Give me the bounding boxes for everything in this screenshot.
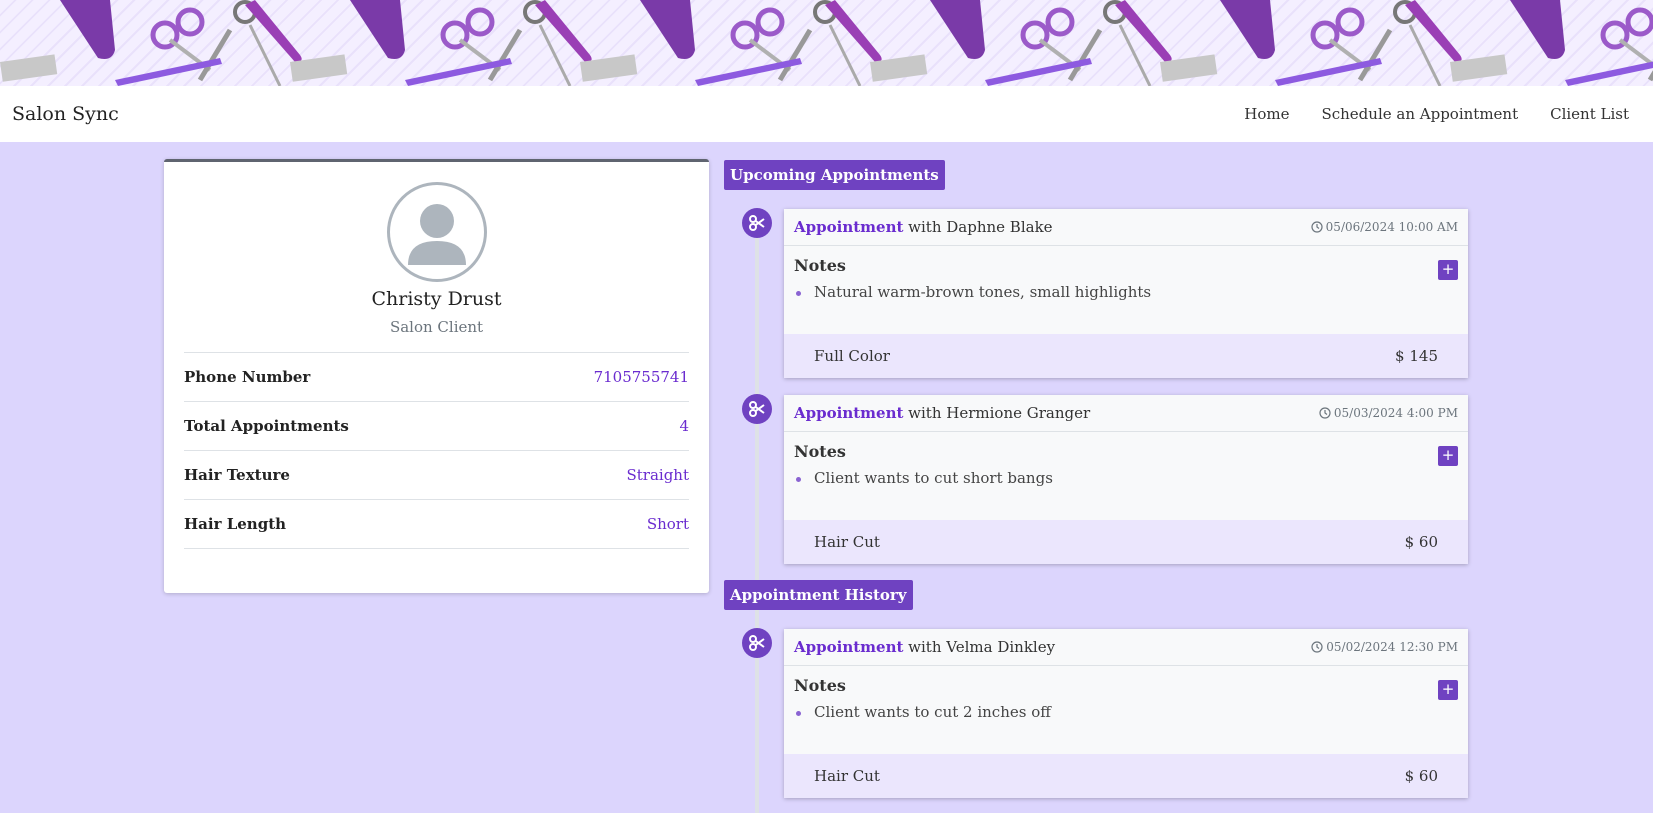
brand-logo[interactable]: Salon Sync bbox=[12, 103, 119, 125]
info-value[interactable]: 7105755741 bbox=[594, 368, 689, 386]
info-row-phone: Phone Number 7105755741 bbox=[184, 353, 689, 402]
appointment-time: 05/06/2024 10:00 AM bbox=[1311, 220, 1458, 234]
scissors-icon bbox=[742, 628, 772, 658]
appointment-service-row: Full Color $ 145 bbox=[784, 334, 1468, 378]
info-value[interactable]: Short bbox=[647, 515, 689, 533]
client-role: Salon Client bbox=[389, 318, 484, 336]
appointment-keyword[interactable]: Appointment bbox=[794, 638, 903, 656]
client-info-list: Phone Number 7105755741 Total Appointmen… bbox=[184, 352, 689, 549]
appointment-title: Appointment with Daphne Blake bbox=[794, 218, 1053, 236]
notes-title: Notes bbox=[794, 676, 846, 695]
service-price: $ 60 bbox=[1404, 767, 1438, 785]
clock-icon bbox=[1311, 641, 1323, 653]
top-navbar: Salon Sync Home Schedule an Appointment … bbox=[0, 86, 1653, 142]
appointment-time: 05/03/2024 4:00 PM bbox=[1319, 406, 1458, 420]
clock-icon bbox=[1311, 221, 1323, 233]
upcoming-appointments-label: Upcoming Appointments bbox=[724, 160, 945, 190]
appointment-header: Appointment with Velma Dinkley 05/02/202… bbox=[784, 629, 1468, 666]
header-banner bbox=[0, 0, 1653, 86]
notes-title: Notes bbox=[794, 256, 846, 275]
scissors-icon bbox=[742, 208, 772, 238]
info-value[interactable]: Straight bbox=[626, 466, 689, 484]
client-name: Christy Drust bbox=[371, 288, 502, 310]
service-price: $ 60 bbox=[1404, 533, 1438, 551]
appointment-time: 05/02/2024 12:30 PM bbox=[1311, 640, 1458, 654]
appointment-service-row: Hair Cut $ 60 bbox=[784, 754, 1468, 798]
appointment-datetime: 05/06/2024 10:00 AM bbox=[1325, 220, 1458, 234]
appointment-stylist: with Hermione Granger bbox=[903, 404, 1091, 422]
note-item: Natural warm-brown tones, small highligh… bbox=[794, 283, 1458, 301]
clock-icon bbox=[1319, 407, 1331, 419]
info-row-hair-texture: Hair Texture Straight bbox=[184, 451, 689, 500]
nav-schedule-link[interactable]: Schedule an Appointment bbox=[1305, 105, 1534, 123]
info-label: Hair Length bbox=[184, 515, 287, 533]
appointment-card: Appointment with Velma Dinkley 05/02/202… bbox=[784, 629, 1468, 798]
info-label: Total Appointments bbox=[184, 417, 349, 435]
appointment-notes: Notes + Client wants to cut 2 inches off bbox=[784, 666, 1468, 754]
appointment-datetime: 05/03/2024 4:00 PM bbox=[1333, 406, 1458, 420]
appointment-header: Appointment with Hermione Granger 05/03/… bbox=[784, 395, 1468, 432]
add-note-button[interactable]: + bbox=[1438, 446, 1458, 466]
appointment-keyword[interactable]: Appointment bbox=[794, 218, 903, 236]
appointment-title: Appointment with Hermione Granger bbox=[794, 404, 1090, 422]
add-note-button[interactable]: + bbox=[1438, 260, 1458, 280]
service-name: Hair Cut bbox=[814, 533, 880, 551]
appointment-service-row: Hair Cut $ 60 bbox=[784, 520, 1468, 564]
service-name: Full Color bbox=[814, 347, 890, 365]
info-row-hair-length: Hair Length Short bbox=[184, 500, 689, 549]
user-avatar-icon bbox=[386, 182, 487, 282]
client-profile-card: Christy Drust Salon Client Phone Number … bbox=[164, 159, 709, 593]
appointment-stylist: with Velma Dinkley bbox=[903, 638, 1056, 656]
info-label: Phone Number bbox=[184, 368, 311, 386]
appointment-datetime: 05/02/2024 12:30 PM bbox=[1326, 640, 1458, 654]
service-price: $ 145 bbox=[1395, 347, 1438, 365]
note-item: Client wants to cut 2 inches off bbox=[794, 703, 1458, 721]
info-value[interactable]: 4 bbox=[679, 417, 689, 435]
note-item: Client wants to cut short bangs bbox=[794, 469, 1458, 487]
appointment-history-label: Appointment History bbox=[724, 580, 913, 610]
appointment-card: Appointment with Daphne Blake 05/06/2024… bbox=[784, 209, 1468, 378]
nav-links: Home Schedule an Appointment Client List bbox=[1228, 105, 1641, 123]
appointment-notes: Notes + Client wants to cut short bangs bbox=[784, 432, 1468, 520]
info-row-total-appointments: Total Appointments 4 bbox=[184, 402, 689, 451]
scissors-icon bbox=[742, 394, 772, 424]
add-note-button[interactable]: + bbox=[1438, 680, 1458, 700]
notes-title: Notes bbox=[794, 442, 846, 461]
appointment-stylist: with Daphne Blake bbox=[903, 218, 1053, 236]
salon-tools-pattern bbox=[0, 0, 1653, 86]
nav-client-list-link[interactable]: Client List bbox=[1534, 105, 1641, 123]
appointment-title: Appointment with Velma Dinkley bbox=[794, 638, 1055, 656]
appointment-keyword[interactable]: Appointment bbox=[794, 404, 903, 422]
appointment-notes: Notes + Natural warm-brown tones, small … bbox=[784, 246, 1468, 334]
nav-home-link[interactable]: Home bbox=[1228, 105, 1305, 123]
service-name: Hair Cut bbox=[814, 767, 880, 785]
info-label: Hair Texture bbox=[184, 466, 290, 484]
timeline-line bbox=[755, 225, 759, 813]
appointment-card: Appointment with Hermione Granger 05/03/… bbox=[784, 395, 1468, 564]
appointment-header: Appointment with Daphne Blake 05/06/2024… bbox=[784, 209, 1468, 246]
